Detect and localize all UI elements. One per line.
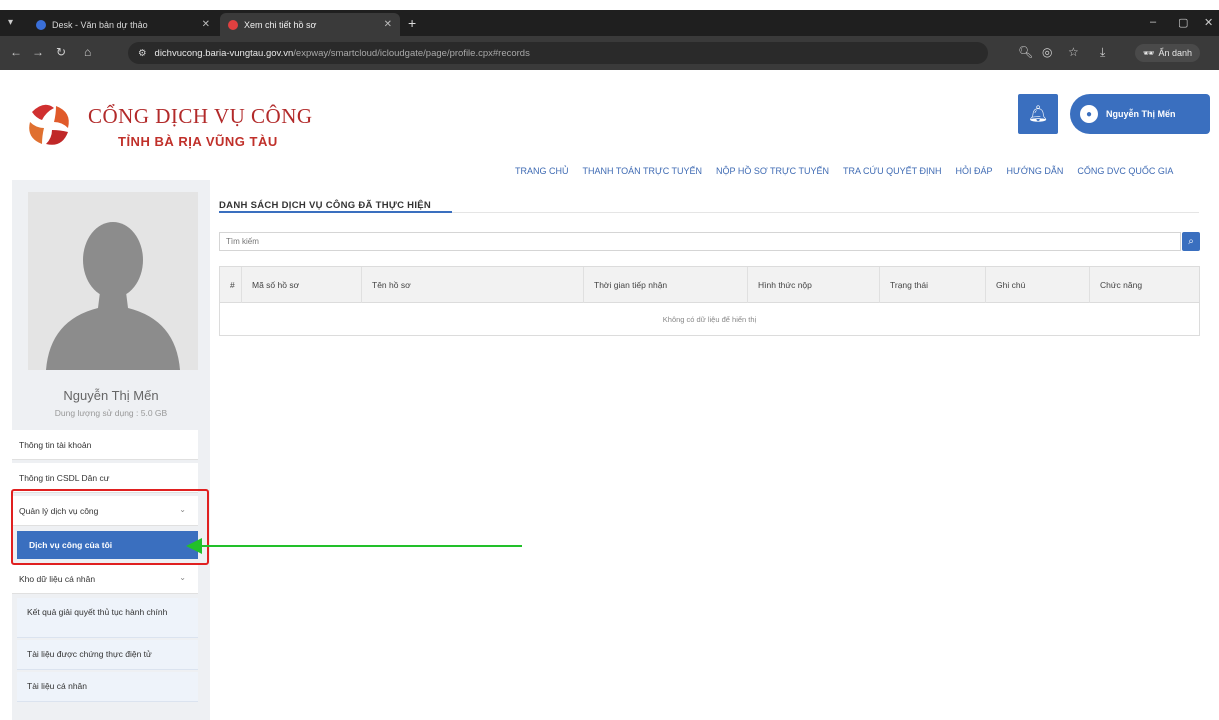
annotation-highlight-box bbox=[11, 489, 209, 565]
tab-2-close-icon[interactable]: ✕ bbox=[384, 19, 392, 30]
home-icon[interactable]: ⌂ bbox=[84, 45, 91, 59]
browser-tab-1[interactable]: Desk - Văn bản dự thảo ✕ bbox=[28, 13, 218, 36]
nav-item-national-portal[interactable]: CỔNG DVC QUỐC GIA bbox=[1077, 166, 1173, 176]
sidebar-item-account-info[interactable]: Thông tin tài khoản bbox=[12, 430, 198, 460]
url-path: /expway/smartcloud/icloudgate/page/profi… bbox=[293, 47, 530, 59]
incognito-icon: 🕶︎ bbox=[1143, 47, 1155, 58]
column-header-record-code[interactable]: Mã số hồ sơ bbox=[242, 267, 362, 303]
portal-logo-icon bbox=[29, 104, 69, 145]
bell-icon: 🔔︎ bbox=[1027, 106, 1049, 123]
browser-address-bar: ← → ↻ ⌂ ⚙ dichvucong.baria-vungtau.gov.v… bbox=[0, 36, 1219, 70]
eye-off-icon[interactable]: ◎ bbox=[1042, 45, 1052, 59]
empty-state-text: Không có dữ liệu để hiển thị bbox=[662, 314, 757, 324]
nav-item-guide[interactable]: HƯỚNG DẪN bbox=[1007, 166, 1064, 176]
sidebar-item-label: Kết quả giải quyết thủ tục hành chính bbox=[27, 607, 168, 617]
zoom-icon[interactable]: 🔍︎ bbox=[1018, 45, 1033, 59]
sidebar-item-label: Thông tin CSDL Dân cư bbox=[19, 472, 110, 483]
sidebar-item-label: Tài liệu được chứng thực điện tử bbox=[27, 649, 152, 659]
nav-item-online-payment[interactable]: THANH TOÁN TRỰC TUYẾN bbox=[583, 166, 703, 176]
main-navigation: TRANG CHỦ THANH TOÁN TRỰC TUYẾN NỘP HỒ S… bbox=[515, 166, 1173, 176]
records-table: # Mã số hồ sơ Tên hồ sơ Thời gian tiếp n… bbox=[219, 266, 1200, 336]
nav-item-home[interactable]: TRANG CHỦ bbox=[515, 166, 569, 176]
download-icon[interactable]: ⤓ bbox=[1100, 45, 1105, 60]
portal-subtitle: TỈNH BÀ RỊA VŨNG TÀU bbox=[118, 134, 278, 149]
column-header-record-name[interactable]: Tên hồ sơ bbox=[362, 267, 584, 303]
user-name-label: Nguyễn Thị Mến bbox=[1106, 109, 1176, 119]
back-icon[interactable]: ← bbox=[10, 45, 22, 59]
reload-icon[interactable]: ↻ bbox=[56, 45, 66, 59]
maximize-icon[interactable]: ▢ bbox=[1178, 16, 1188, 29]
search-icon: ⌕ bbox=[1188, 236, 1194, 247]
tab-1-close-icon[interactable]: ✕ bbox=[202, 19, 210, 30]
browser-tab-bar: ▾ Desk - Văn bản dự thảo ✕ Xem chi tiết … bbox=[0, 10, 1219, 36]
nav-item-faq[interactable]: HỎI ĐÁP bbox=[956, 166, 993, 176]
column-header-index[interactable]: # bbox=[220, 267, 242, 303]
tab-search-icon[interactable]: ▾ bbox=[8, 17, 13, 28]
site-info-icon[interactable]: ⚙ bbox=[138, 48, 147, 59]
sidebar-subitem-personal-docs[interactable]: Tài liệu cá nhân bbox=[17, 672, 198, 702]
default-avatar-icon bbox=[28, 192, 198, 370]
minimize-icon[interactable]: – bbox=[1150, 16, 1156, 28]
table-empty-row: Không có dữ liệu để hiển thị bbox=[220, 303, 1199, 335]
column-header-status[interactable]: Trạng thái bbox=[880, 267, 986, 303]
sidebar-subitem-certified-docs[interactable]: Tài liệu được chứng thực điện tử bbox=[17, 640, 198, 670]
new-tab-icon[interactable]: + bbox=[408, 15, 416, 31]
forward-icon[interactable]: → bbox=[32, 45, 44, 59]
incognito-badge[interactable]: 🕶︎ Ẩn danh bbox=[1135, 44, 1200, 62]
search-input[interactable] bbox=[219, 232, 1181, 251]
column-header-received-time[interactable]: Thời gian tiếp nhận bbox=[584, 267, 748, 303]
sidebar-item-label: Kho dữ liệu cá nhân bbox=[19, 573, 96, 584]
page-title: DANH SÁCH DỊCH VỤ CÔNG ĐÃ THỰC HIỆN bbox=[219, 200, 432, 211]
browser-tab-2-label: Xem chi tiết hồ sơ bbox=[244, 19, 317, 30]
url-host: dichvucong.baria-vungtau.gov.vn bbox=[154, 47, 294, 59]
incognito-label: Ẩn danh bbox=[1158, 48, 1192, 58]
column-header-actions[interactable]: Chức năng bbox=[1090, 267, 1200, 303]
nav-item-lookup-decision[interactable]: TRA CỨU QUYẾT ĐỊNH bbox=[843, 166, 942, 176]
annotation-arrow-icon bbox=[186, 538, 202, 554]
chevron-down-icon: ⌄ bbox=[179, 573, 186, 582]
screenshot-root: ▾ Desk - Văn bản dự thảo ✕ Xem chi tiết … bbox=[0, 0, 1219, 720]
column-header-submit-method[interactable]: Hình thức nộp bbox=[748, 267, 880, 303]
notification-button[interactable]: 🔔︎ bbox=[1018, 94, 1058, 134]
profile-sidebar: Nguyễn Thị Mến Dung lượng sử dụng : 5.0 … bbox=[12, 180, 210, 720]
profile-name: Nguyễn Thị Mến bbox=[63, 388, 159, 403]
bookmark-star-icon[interactable]: ☆ bbox=[1068, 45, 1079, 59]
annotation-arrow-shaft bbox=[200, 545, 522, 547]
tab-1-favicon-icon bbox=[36, 19, 46, 30]
document-caption-fragment bbox=[0, 0, 1219, 10]
window-close-icon[interactable]: ✕ bbox=[1204, 16, 1213, 29]
title-underline bbox=[219, 211, 452, 213]
column-header-note[interactable]: Ghi chú bbox=[986, 267, 1090, 303]
nav-item-submit-online[interactable]: NỘP HỒ SƠ TRỰC TUYẾN bbox=[716, 166, 829, 176]
avatar bbox=[28, 192, 198, 370]
url-field[interactable]: ⚙ dichvucong.baria-vungtau.gov.vn/expway… bbox=[128, 42, 988, 64]
user-avatar-icon: ● bbox=[1080, 105, 1098, 123]
sidebar-item-personal-data[interactable]: Kho dữ liệu cá nhân ⌄ bbox=[12, 564, 198, 594]
portal-name: CỔNG DỊCH VỤ CÔNG bbox=[88, 104, 313, 128]
browser-tab-1-label: Desk - Văn bản dự thảo bbox=[52, 19, 148, 30]
table-header-row: # Mã số hồ sơ Tên hồ sơ Thời gian tiếp n… bbox=[220, 267, 1199, 303]
sidebar-subitem-procedure-results[interactable]: Kết quả giải quyết thủ tục hành chính bbox=[17, 598, 198, 638]
browser-tab-2[interactable]: Xem chi tiết hồ sơ ✕ bbox=[220, 13, 400, 36]
storage-quota: Dung lượng sử dụng : 5.0 GB bbox=[54, 408, 168, 418]
tab-2-favicon-icon bbox=[228, 19, 238, 30]
sidebar-item-label: Thông tin tài khoản bbox=[19, 439, 92, 450]
site-header: CỔNG DỊCH VỤ CÔNG TỈNH BÀ RỊA VŨNG TÀU 🔔… bbox=[0, 70, 1219, 180]
search-button[interactable]: ⌕ bbox=[1182, 232, 1200, 251]
sidebar-item-label: Tài liệu cá nhân bbox=[27, 681, 88, 691]
user-menu-button[interactable]: ● Nguyễn Thị Mến bbox=[1070, 94, 1210, 134]
